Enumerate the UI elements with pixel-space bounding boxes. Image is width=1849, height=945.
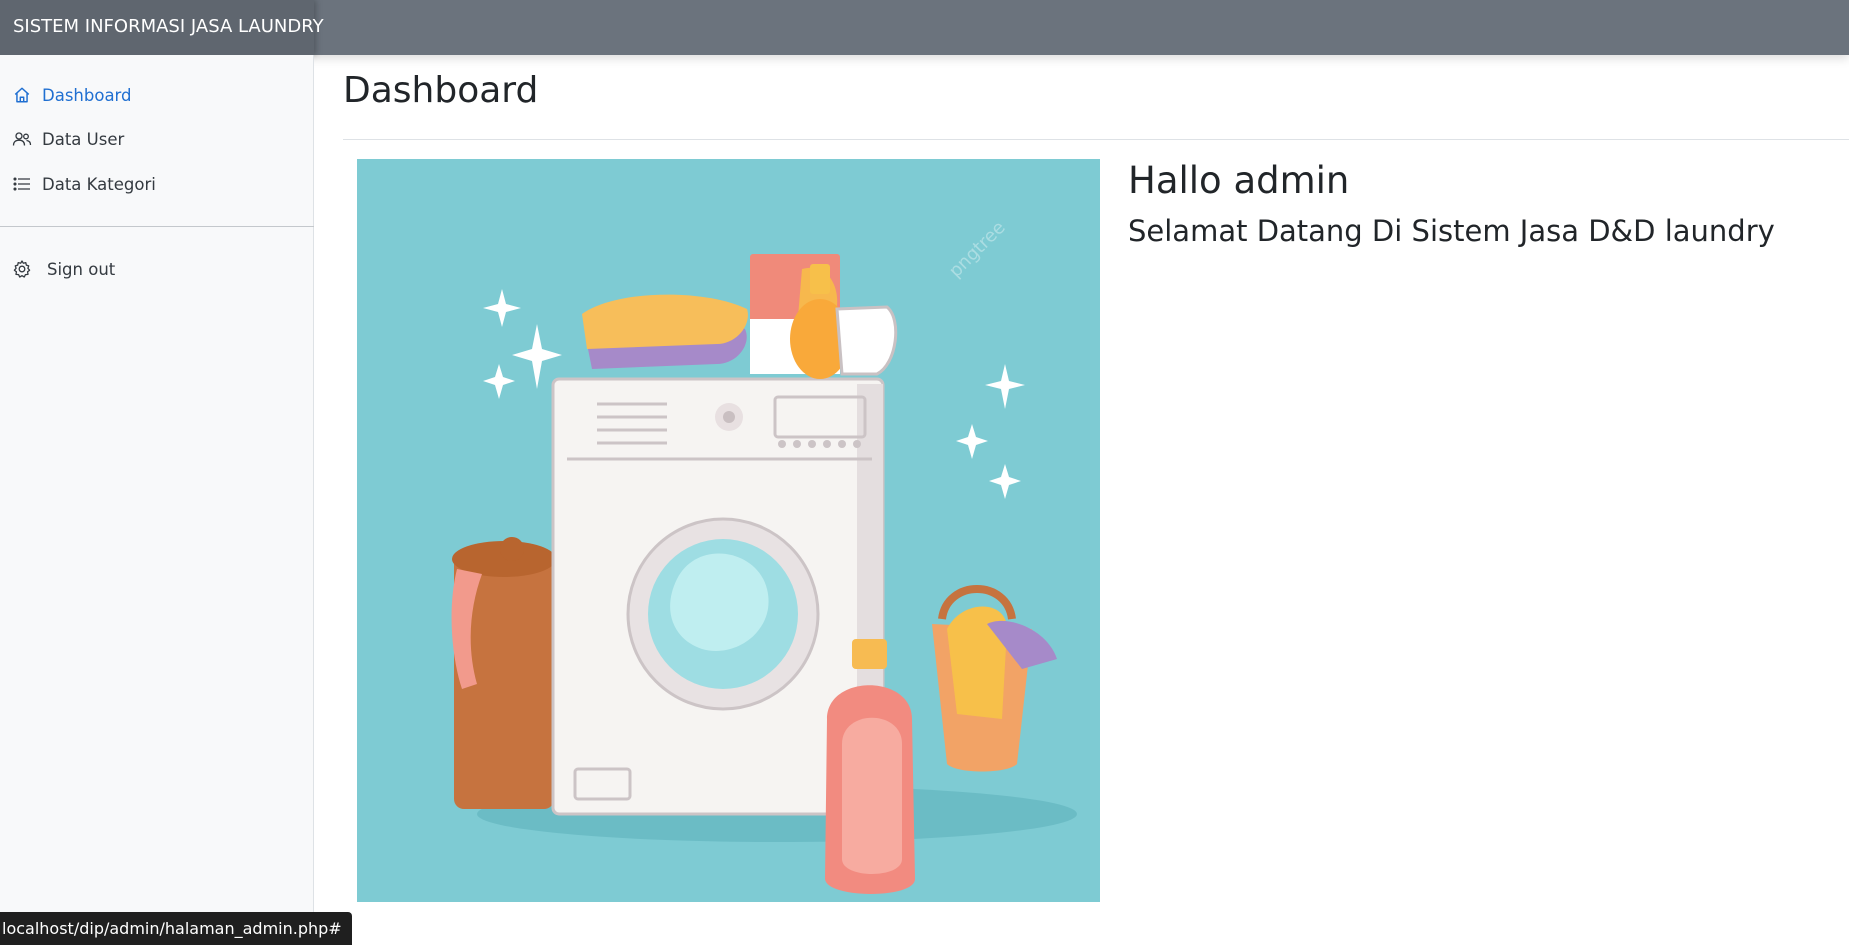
list-icon <box>12 174 32 194</box>
greeting-heading: Hallo admin <box>1128 159 1350 202</box>
sidebar-item-dashboard[interactable]: Dashboard <box>0 77 314 113</box>
sidebar: Dashboard Data User Data Kategori Sign o… <box>0 55 314 945</box>
page-title: Dashboard <box>343 70 539 111</box>
top-navbar: SISTEM INFORMASI JASA LAUNDRY <box>0 0 1849 55</box>
sign-out-link[interactable]: Sign out <box>0 251 314 287</box>
sidebar-item-data-kategori[interactable]: Data Kategori <box>0 166 314 202</box>
status-bar-url: localhost/dip/admin/halaman_admin.php# <box>0 912 352 945</box>
welcome-message: Selamat Datang Di Sistem Jasa D&D laundr… <box>1128 214 1775 248</box>
sidebar-divider <box>0 226 314 227</box>
people-icon <box>12 129 32 149</box>
sidebar-item-label: Data Kategori <box>42 174 156 194</box>
title-divider <box>343 139 1849 140</box>
laundry-illustration: pngtree <box>357 159 1100 902</box>
house-icon <box>12 85 32 105</box>
sidebar-item-label: Dashboard <box>42 85 132 105</box>
gear-icon <box>12 259 32 279</box>
navbar-brand[interactable]: SISTEM INFORMASI JASA LAUNDRY <box>0 0 324 55</box>
sidebar-item-data-user[interactable]: Data User <box>0 121 314 157</box>
sign-out-label: Sign out <box>47 259 116 279</box>
sidebar-item-label: Data User <box>42 129 125 149</box>
